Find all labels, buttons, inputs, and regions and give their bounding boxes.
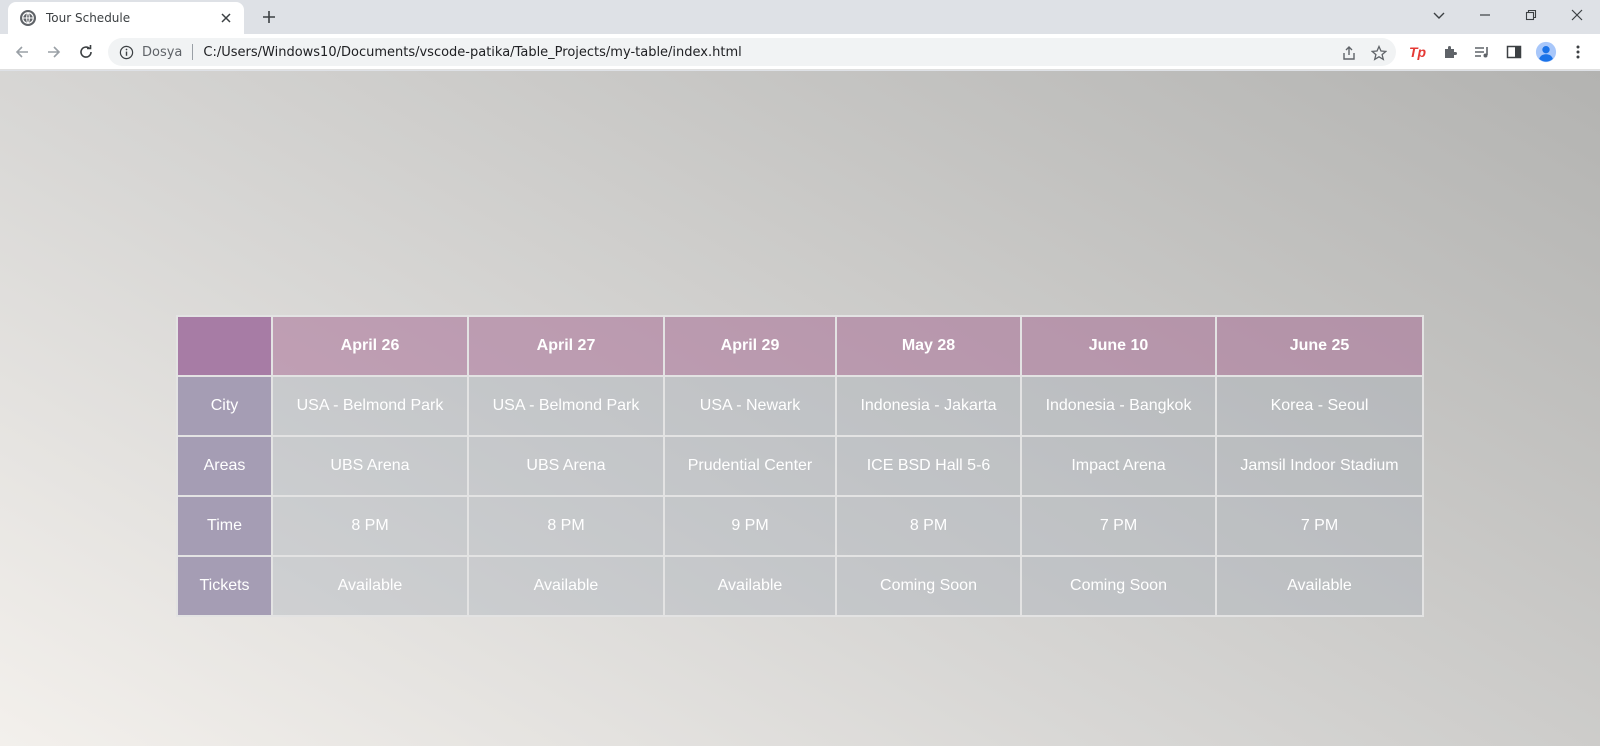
browser-tab[interactable]: Tour Schedule <box>8 2 244 34</box>
bookmark-star-icon[interactable] <box>1370 44 1388 62</box>
table-cell: Indonesia - Jakarta <box>835 375 1022 437</box>
tp-extension-icon[interactable]: Tp <box>1406 40 1430 64</box>
info-icon[interactable] <box>118 44 134 60</box>
profile-avatar-icon[interactable] <box>1534 40 1558 64</box>
browser-toolbar: Dosya C:/Users/Windows10/Documents/vscod… <box>0 34 1600 70</box>
column-header: April 29 <box>663 315 837 377</box>
restore-icon[interactable] <box>1508 0 1554 30</box>
minimize-icon[interactable] <box>1462 0 1508 30</box>
table-cell: 7 PM <box>1215 495 1424 557</box>
table-cell: UBS Arena <box>271 435 469 497</box>
table-row: City USA - Belmond Park USA - Belmond Pa… <box>176 375 1424 437</box>
browser-tabstrip: Tour Schedule <box>0 0 1600 34</box>
forward-icon[interactable] <box>42 40 66 64</box>
table-cell: 7 PM <box>1020 495 1217 557</box>
table-cell: ICE BSD Hall 5-6 <box>835 435 1022 497</box>
address-bar[interactable]: Dosya C:/Users/Windows10/Documents/vscod… <box>108 38 1396 66</box>
table-cell: USA - Belmond Park <box>467 375 665 437</box>
table-cell: UBS Arena <box>467 435 665 497</box>
row-header: Time <box>176 495 273 557</box>
table-cell: 8 PM <box>271 495 469 557</box>
url-text[interactable]: C:/Users/Windows10/Documents/vscode-pati… <box>203 45 741 60</box>
extensions-puzzle-icon[interactable] <box>1438 40 1462 64</box>
back-icon[interactable] <box>10 40 34 64</box>
table-row: Tickets Available Available Available Co… <box>176 555 1424 617</box>
table-cell: Impact Arena <box>1020 435 1217 497</box>
corner-cell <box>176 315 273 377</box>
table-cell: Available <box>1215 555 1424 617</box>
column-header: April 26 <box>271 315 469 377</box>
tour-schedule-table: April 26 April 27 April 29 May 28 June 1… <box>176 315 1424 617</box>
table-cell: 8 PM <box>467 495 665 557</box>
page-viewport: April 26 April 27 April 29 May 28 June 1… <box>0 71 1600 746</box>
new-tab-icon[interactable] <box>258 6 280 28</box>
table-row: Areas UBS Arena UBS Arena Prudential Cen… <box>176 435 1424 497</box>
reload-icon[interactable] <box>74 40 98 64</box>
row-header: Areas <box>176 435 273 497</box>
close-window-icon[interactable] <box>1554 0 1600 30</box>
table-cell: 8 PM <box>835 495 1022 557</box>
close-tab-icon[interactable] <box>218 10 234 26</box>
table-cell: USA - Newark <box>663 375 837 437</box>
table-cell: Korea - Seoul <box>1215 375 1424 437</box>
row-header: Tickets <box>176 555 273 617</box>
column-header: June 10 <box>1020 315 1217 377</box>
table-cell: Coming Soon <box>1020 555 1217 617</box>
tab-title: Tour Schedule <box>46 11 131 25</box>
menu-kebab-icon[interactable] <box>1566 40 1590 64</box>
column-header: April 27 <box>467 315 665 377</box>
table-cell: Available <box>663 555 837 617</box>
globe-icon <box>20 10 36 26</box>
svg-text:Tp: Tp <box>1409 44 1427 60</box>
tab-search-icon[interactable] <box>1416 0 1462 30</box>
site-label: Dosya <box>142 44 183 60</box>
table-cell: Indonesia - Bangkok <box>1020 375 1217 437</box>
media-queue-icon[interactable] <box>1470 40 1494 64</box>
table-cell: Available <box>271 555 469 617</box>
column-header: May 28 <box>835 315 1022 377</box>
table-cell: USA - Belmond Park <box>271 375 469 437</box>
table-cell: Prudential Center <box>663 435 837 497</box>
table-cell: Jamsil Indoor Stadium <box>1215 435 1424 497</box>
table-cell: Coming Soon <box>835 555 1022 617</box>
row-header: City <box>176 375 273 437</box>
table-header-row: April 26 April 27 April 29 May 28 June 1… <box>176 315 1424 377</box>
table-cell: 9 PM <box>663 495 837 557</box>
column-header: June 25 <box>1215 315 1424 377</box>
table-row: Time 8 PM 8 PM 9 PM 8 PM 7 PM 7 PM <box>176 495 1424 557</box>
table-cell: Available <box>467 555 665 617</box>
share-icon[interactable] <box>1340 44 1358 62</box>
side-panel-icon[interactable] <box>1502 40 1526 64</box>
omnibox-separator <box>192 44 194 60</box>
